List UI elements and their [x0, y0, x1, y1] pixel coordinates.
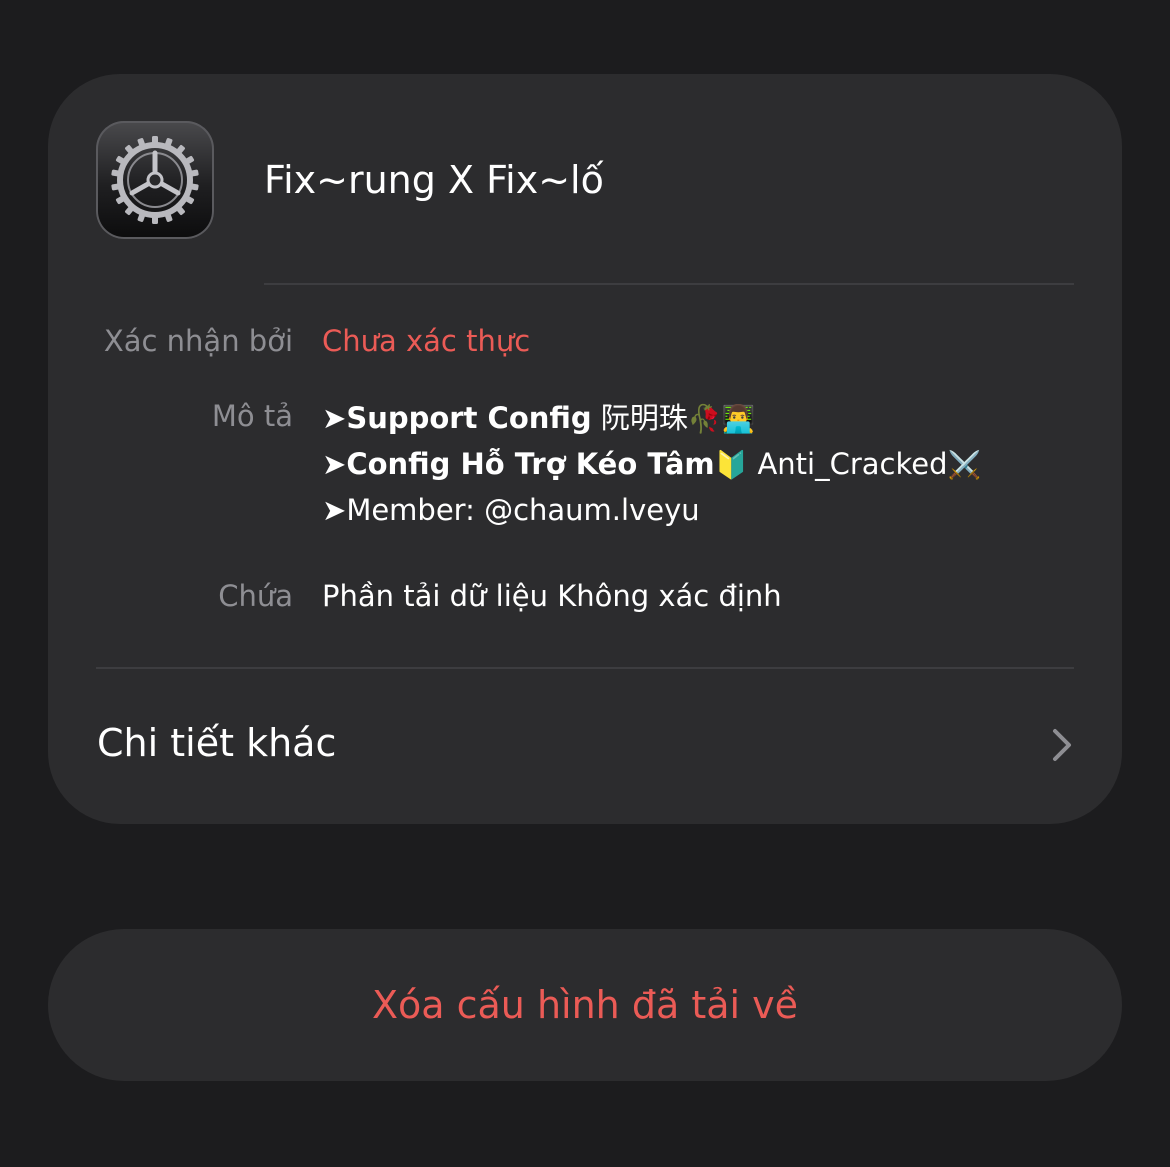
- description-label: Mô tả: [211, 399, 293, 433]
- more-details-row[interactable]: Chi tiết khác: [48, 704, 1122, 784]
- chevron-right-icon: [1053, 729, 1071, 761]
- emoji: 🥀👨‍💻: [687, 404, 756, 435]
- emoji: 🔰: [714, 450, 749, 481]
- contains-value: Phần tải dữ liệu Không xác định: [322, 579, 782, 613]
- verified-by-label: Xác nhận bởi: [103, 324, 293, 358]
- remove-profile-label: Xóa cấu hình đã tải về: [371, 983, 799, 1027]
- verified-by-value: Chưa xác thực: [322, 324, 531, 358]
- description-line: ➤Support Config 阮明珠🥀👨‍💻: [322, 401, 756, 435]
- remove-profile-button[interactable]: Xóa cấu hình đã tải về: [48, 929, 1122, 1081]
- divider: [96, 667, 1074, 669]
- description-value: ➤Support Config 阮明珠🥀👨‍💻 ➤Config Hỗ Trợ K…: [322, 396, 981, 532]
- divider: [264, 283, 1074, 285]
- more-details-label: Chi tiết khác: [97, 721, 337, 765]
- emoji: ⚔️: [947, 450, 982, 481]
- profile-card: Fix~rung X Fix~lố Xác nhận bởi Chưa xác …: [48, 74, 1122, 824]
- description-line: ➤Config Hỗ Trợ Kéo Tâm🔰 Anti_Cracked⚔️: [322, 447, 982, 481]
- description-line: ➤Member: @chaum.lveyu: [322, 493, 700, 527]
- profile-title: Fix~rung X Fix~lố: [264, 158, 604, 202]
- contains-label: Chứa: [218, 579, 293, 613]
- settings-gear-icon: [96, 121, 214, 239]
